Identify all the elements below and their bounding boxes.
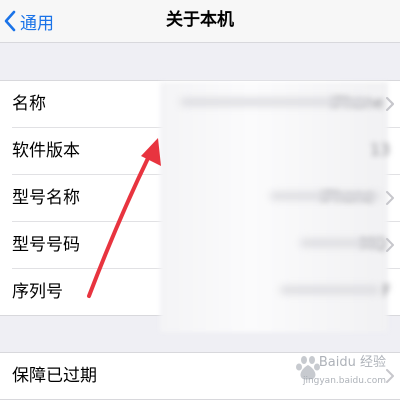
watermark-text: Baidu 经验 (318, 355, 386, 370)
watermark-url: jingyan.baidu.com (302, 376, 386, 386)
annotation-arrow (87, 138, 161, 298)
